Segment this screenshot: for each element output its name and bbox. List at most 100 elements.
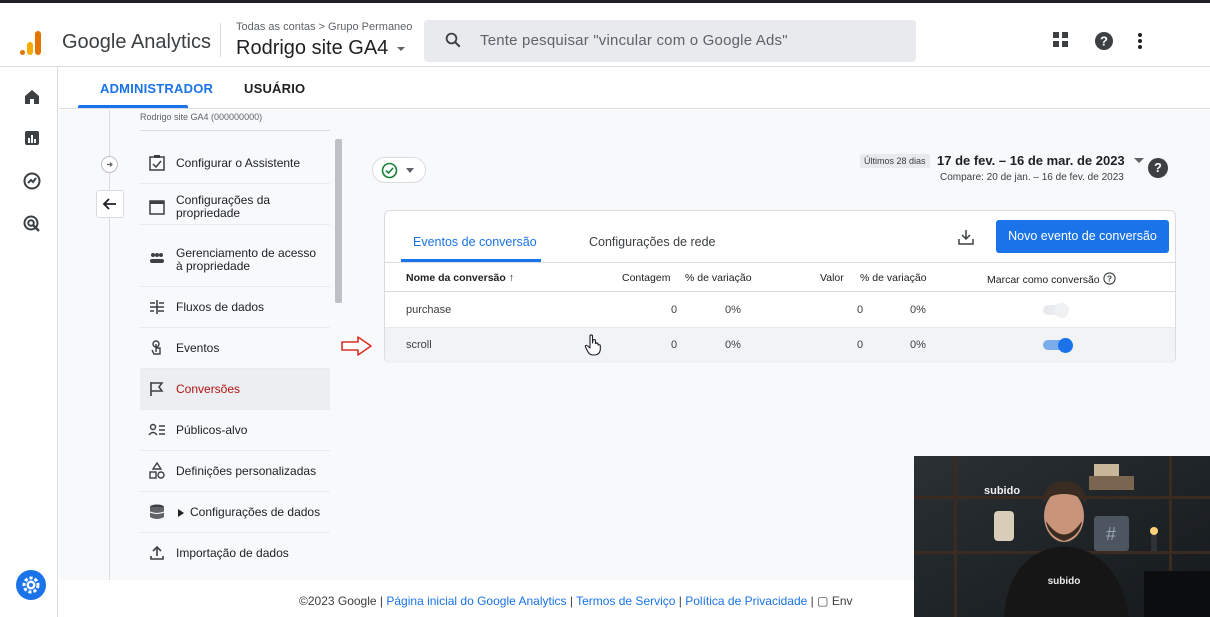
product-name[interactable]: Google Analytics xyxy=(62,31,211,54)
flag-icon xyxy=(150,382,164,396)
tab-administrador[interactable]: ADMINISTRADOR xyxy=(100,81,213,96)
database-icon xyxy=(149,504,165,519)
nav-item-definicoes-personalizadas[interactable]: Definições personalizadas xyxy=(140,451,330,492)
footer-link-privacy[interactable]: Política de Privacidade xyxy=(685,594,807,608)
left-rail xyxy=(0,67,58,617)
property-settings-icon xyxy=(149,200,165,215)
nav-item-publicos-alvo[interactable]: Públicos-alvo xyxy=(140,410,330,451)
account-name: Rodrigo site GA4 xyxy=(236,37,389,59)
tab-configuracoes-rede[interactable]: Configurações de rede xyxy=(589,235,715,249)
column-header-count[interactable]: Contagem xyxy=(622,272,670,284)
account-selector[interactable]: Rodrigo site GA4 xyxy=(236,37,406,60)
presenter-video-image: # subido subido xyxy=(914,456,1210,617)
admin-settings-button[interactable] xyxy=(16,570,46,600)
nav-item-configurar-assistente[interactable]: Configurar o Assistente xyxy=(140,143,330,184)
nav-scrollbar[interactable] xyxy=(335,139,342,303)
copyright: ©2023 Google xyxy=(299,594,377,608)
conversion-value-change: 0% xyxy=(910,304,926,316)
account-breadcrumb[interactable]: Todas as contas > Grupo Permaneo xyxy=(236,21,412,33)
mark-conversion-toggle[interactable] xyxy=(1043,338,1073,353)
check-circle-icon xyxy=(381,162,398,179)
nav-item-configuracoes-propriedade[interactable]: Configurações da propriedade xyxy=(140,184,330,225)
conversion-count-change: 0% xyxy=(725,304,741,316)
events-touch-icon xyxy=(151,340,161,355)
column-label: Marcar como conversão xyxy=(987,274,1100,286)
sort-arrow-up-icon: ↑ xyxy=(508,272,514,284)
video-wall-text: subido xyxy=(984,485,1020,497)
conversion-count: 0 xyxy=(671,339,678,351)
upload-icon xyxy=(150,545,164,560)
help-outline-icon[interactable]: ? xyxy=(1102,272,1116,285)
home-icon[interactable] xyxy=(22,87,42,107)
help-icon[interactable]: ? xyxy=(1094,31,1114,51)
footer-link-home[interactable]: Página inicial do Google Analytics xyxy=(386,594,566,608)
conversion-count: 0 xyxy=(671,304,678,316)
assistant-checkbox-icon xyxy=(149,155,165,171)
analytics-logo-icon[interactable] xyxy=(20,29,44,55)
webcam-video-overlay: # subido subido xyxy=(914,456,1210,617)
mark-conversion-toggle[interactable] xyxy=(1043,303,1073,318)
tab-usuario[interactable]: USUÁRIO xyxy=(244,81,305,96)
date-compare-label: Compare: 20 de jan. – 16 de fev. de 2023 xyxy=(940,172,1124,183)
search-bar[interactable]: Tente pesquisar "vincular com o Google A… xyxy=(424,20,916,62)
more-vert-icon[interactable] xyxy=(1136,31,1144,51)
column-header-name[interactable]: Nome da conversão ↑ xyxy=(406,272,514,284)
tab-eventos-conversao[interactable]: Eventos de conversão xyxy=(413,235,537,249)
nav-item-conversoes[interactable]: Conversões xyxy=(140,369,330,410)
nav-label: Importação de dados xyxy=(176,546,289,560)
nav-divider xyxy=(140,130,330,131)
conversion-value: 0 xyxy=(857,339,864,351)
new-conversion-event-button[interactable]: Novo evento de conversão xyxy=(996,220,1169,253)
column-header-count-change[interactable]: % de variação xyxy=(685,272,752,284)
nav-label: Fluxos de dados xyxy=(176,300,265,314)
advertising-icon[interactable] xyxy=(22,214,42,234)
feedback-icon[interactable]: ▢ xyxy=(817,594,828,608)
admin-tabs: ADMINISTRADOR USUÁRIO xyxy=(59,67,1210,109)
search-icon xyxy=(445,32,461,48)
arrow-left-icon xyxy=(102,198,116,210)
table-row[interactable]: scroll 0 0% 0 0% xyxy=(385,328,1175,363)
svg-text:?: ? xyxy=(1100,34,1108,49)
nav-item-fluxos-dados[interactable]: Fluxos de dados xyxy=(140,287,330,328)
caret-down-icon xyxy=(406,168,414,173)
collapse-back-button[interactable] xyxy=(96,190,124,218)
toggle-knob xyxy=(1058,338,1073,353)
data-streams-icon xyxy=(150,300,164,314)
column-header-value[interactable]: Valor xyxy=(820,272,844,284)
expand-arrow-icon xyxy=(178,509,184,517)
audiences-icon xyxy=(148,423,165,436)
date-range-label: 17 de fev. – 16 de mar. de 2023 xyxy=(937,153,1125,168)
annotation-arrow-icon xyxy=(341,336,372,356)
nav-label: Públicos-alvo xyxy=(176,423,248,437)
download-icon[interactable] xyxy=(957,228,975,246)
feedback-link[interactable]: Env xyxy=(832,594,853,608)
nav-label: Configurações da propriedade xyxy=(176,193,271,220)
help-icon[interactable]: ? xyxy=(1148,158,1168,178)
conversion-name: purchase xyxy=(406,304,452,316)
footer-link-terms[interactable]: Termos de Serviço xyxy=(576,594,675,608)
toggle-knob xyxy=(1054,303,1069,318)
conversion-name: scroll xyxy=(406,339,432,351)
nav-item-gerenciamento-acesso[interactable]: Gerenciamento de acesso à propriedade xyxy=(140,225,330,287)
caret-down-icon xyxy=(1134,158,1145,163)
nav-item-importacao-dados[interactable]: Importação de dados xyxy=(140,533,330,574)
reports-icon[interactable] xyxy=(22,128,42,148)
video-shirt-text: subido xyxy=(1048,576,1081,587)
nav-label: Definições personalizadas xyxy=(176,464,317,478)
property-name-cut: Rodrigo site GA4 (000000000) xyxy=(140,112,263,122)
step-indicator-icon xyxy=(101,156,118,173)
column-header-value-change[interactable]: % de variação xyxy=(860,272,927,284)
nav-label: Configurar o Assistente xyxy=(176,156,301,170)
apps-grid-icon[interactable] xyxy=(1052,31,1070,49)
gear-icon xyxy=(22,576,40,594)
conversion-value-change: 0% xyxy=(910,339,926,351)
nav-item-eventos[interactable]: Eventos xyxy=(140,328,330,369)
caret-down-icon xyxy=(396,47,405,51)
svg-text:?: ? xyxy=(1106,274,1111,284)
table-row[interactable]: purchase 0 0% 0 0% xyxy=(385,293,1175,328)
data-status-dropdown[interactable] xyxy=(372,157,426,183)
date-range-picker[interactable]: 17 de fev. – 16 de mar. de 2023 xyxy=(937,153,1145,168)
explore-icon[interactable] xyxy=(22,171,42,191)
nav-item-configuracoes-dados[interactable]: Configurações de dados xyxy=(140,492,330,533)
top-bar: Google Analytics Todas as contas > Grupo… xyxy=(0,0,1210,67)
